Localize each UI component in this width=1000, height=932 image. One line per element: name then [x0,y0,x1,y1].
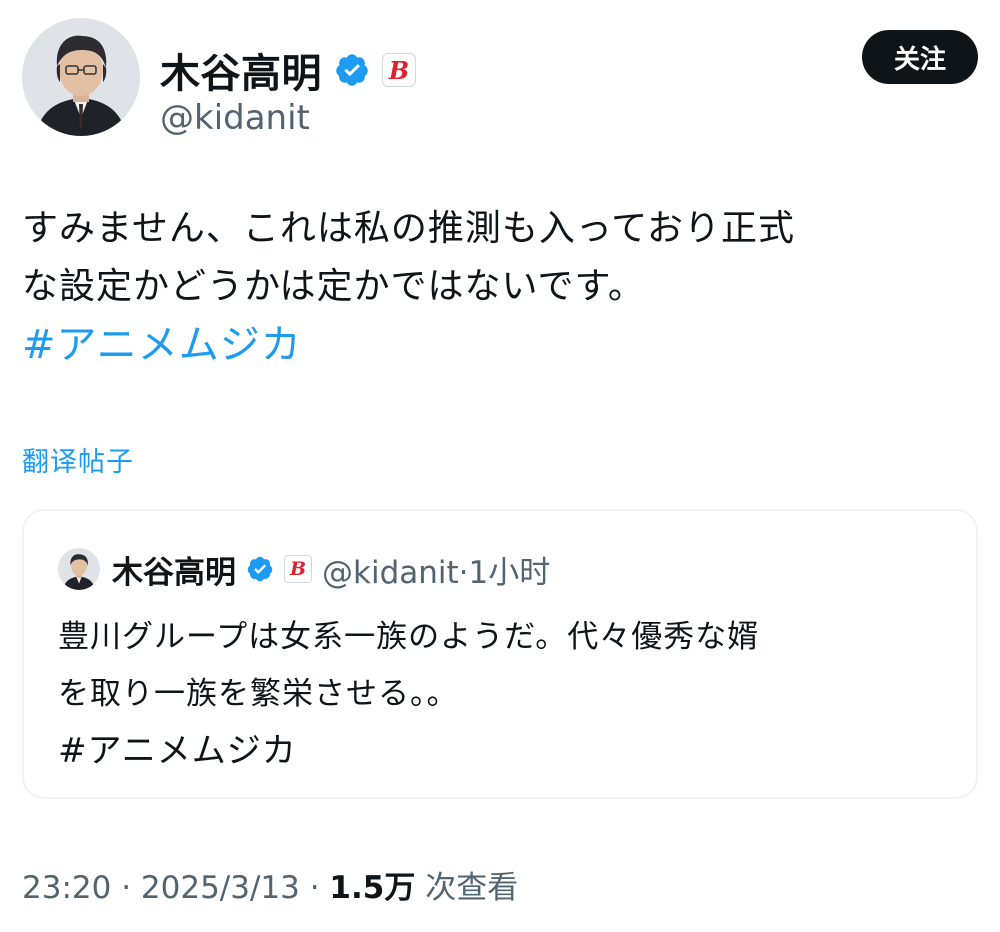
tweet-header: 木谷高明 B @kidanit 关注 [22,18,978,138]
author-avatar[interactable] [22,18,140,136]
author-name-row: 木谷高明 B [160,42,416,98]
view-label: 次查看 [415,870,519,906]
tweet-line: すみません、これは私の推測も入っており正式 [22,208,796,249]
tweet-hashtag-link[interactable]: #アニメムジカ [22,316,972,374]
tweet-time[interactable]: 23:20 [22,870,111,906]
quoted-tweet-body: 豊川グループは女系一族のようだ。代々優秀な婿 を取り一族を繁栄させる。。 #アニ… [58,609,958,780]
quoted-tweet-hashtag: #アニメムジカ [58,731,297,771]
follow-button[interactable]: 关注 [862,30,978,84]
quoted-author-handle: @kidanit·1小时 [322,554,551,591]
b-affiliate-icon: B [284,555,312,583]
verified-badge-icon [246,555,274,583]
quoted-tweet-card[interactable]: 木谷高明 B @kidanit·1小时 豊川グループは女系一族のようだ。代々優秀… [22,509,978,799]
quoted-author-row: 木谷高明 B @kidanit·1小时 [58,547,550,591]
quoted-tweet-line: を取り一族を繁栄させる。。 [58,676,459,712]
author-name[interactable]: 木谷高明 [160,41,322,99]
quoted-author-avatar [58,548,100,590]
tweet-metadata: 23:20 · 2025/3/13 · 1.5万 次查看 [22,870,519,906]
quoted-timestamp: 1小时 [468,554,551,591]
tweet-date[interactable]: 2025/3/13 [141,870,300,906]
quoted-tweet-line: 豊川グループは女系一族のようだ。代々優秀な婿 [58,619,760,655]
view-count: 1.5万 [329,870,416,906]
b-affiliate-icon[interactable]: B [382,53,416,87]
verified-badge-icon[interactable] [334,52,370,88]
tweet-body: すみません、これは私の推測も入っており正式 な設定かどうかは定かではないです。 … [22,200,972,374]
translate-post-link[interactable]: 翻译帖子 [22,440,134,479]
quoted-author-name: 木谷高明 [112,554,236,591]
author-handle[interactable]: @kidanit [160,98,310,138]
tweet-line: な設定かどうかは定かではないです。 [22,266,645,307]
